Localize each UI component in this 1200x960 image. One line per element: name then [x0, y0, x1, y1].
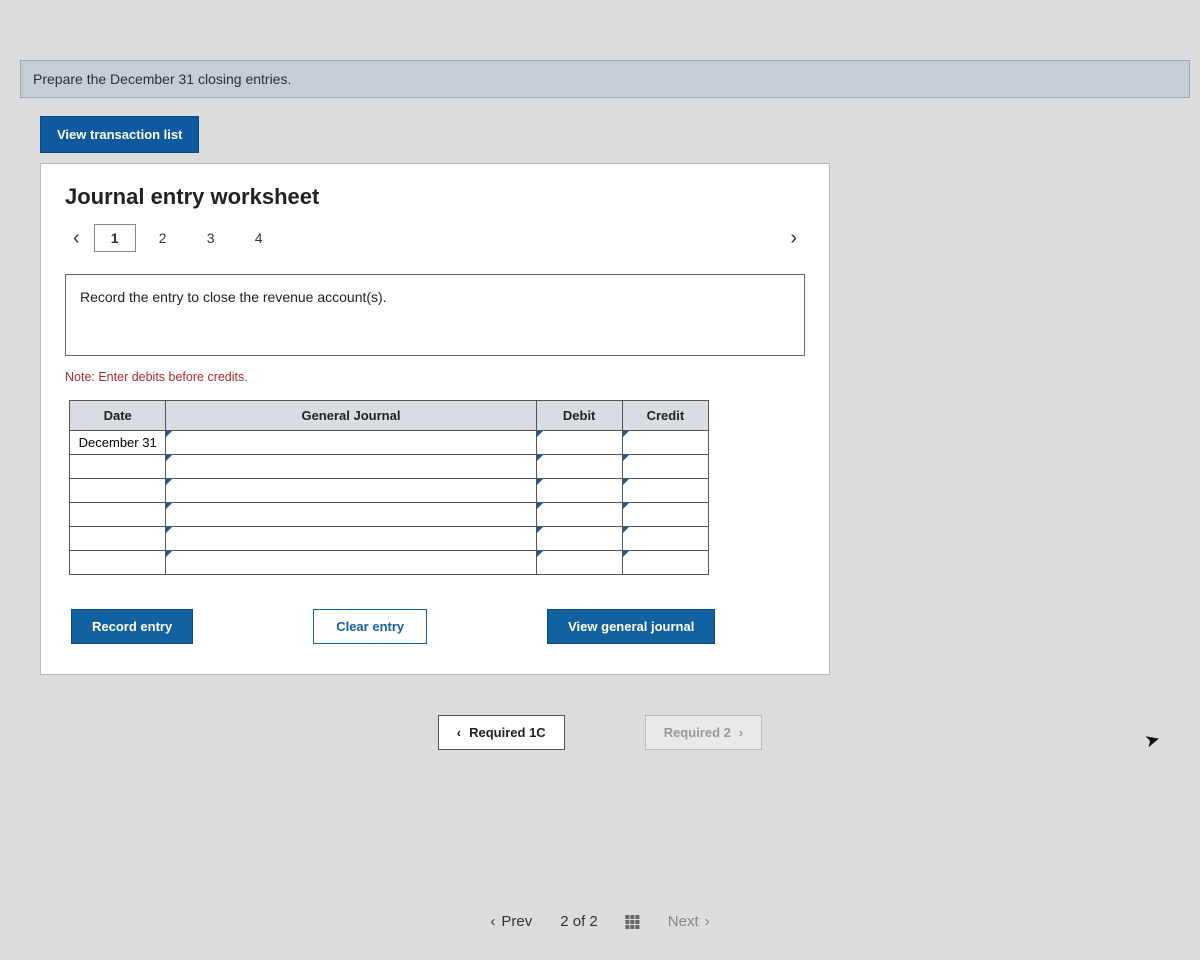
col-header-date: Date: [70, 401, 166, 431]
credit-cell[interactable]: [622, 527, 708, 551]
col-header-journal: General Journal: [166, 401, 536, 431]
view-general-journal-button[interactable]: View general journal: [547, 609, 715, 644]
journal-cell[interactable]: [166, 503, 536, 527]
date-cell[interactable]: [70, 503, 166, 527]
debit-cell[interactable]: [536, 479, 622, 503]
credit-cell[interactable]: [622, 503, 708, 527]
credit-cell[interactable]: [622, 455, 708, 479]
debit-cell[interactable]: [536, 455, 622, 479]
tab-2[interactable]: 2: [142, 224, 184, 252]
footer-prev-button[interactable]: ‹ Prev: [490, 913, 532, 930]
instruction-text: Prepare the December 31 closing entries.: [33, 71, 291, 87]
debit-cell[interactable]: [536, 551, 622, 575]
worksheet-tabs: ‹ 1 2 3 4 ›: [65, 224, 805, 252]
worksheet-panel: Journal entry worksheet ‹ 1 2 3 4 › Reco…: [40, 163, 830, 675]
chevron-right-icon: ›: [705, 913, 710, 930]
footer-next-button[interactable]: Next ›: [668, 913, 710, 930]
entry-description-text: Record the entry to close the revenue ac…: [80, 289, 387, 305]
chevron-right-icon: ›: [739, 725, 743, 740]
tab-3[interactable]: 3: [190, 224, 232, 252]
date-cell[interactable]: December 31: [70, 431, 166, 455]
journal-table: Date General Journal Debit Credit Decemb…: [69, 400, 709, 575]
journal-cell[interactable]: [166, 479, 536, 503]
credit-cell[interactable]: [622, 431, 708, 455]
tab-next-arrow[interactable]: ›: [782, 225, 805, 252]
journal-cell[interactable]: [166, 455, 536, 479]
journal-cell[interactable]: [166, 527, 536, 551]
worksheet-title: Journal entry worksheet: [65, 184, 805, 210]
pager-text: 2 of 2: [560, 913, 598, 930]
date-cell[interactable]: [70, 551, 166, 575]
credit-cell[interactable]: [622, 479, 708, 503]
footer-nav: ‹ Prev 2 of 2 Next ›: [490, 913, 709, 930]
note-text: Note: Enter debits before credits.: [65, 370, 805, 384]
record-entry-button[interactable]: Record entry: [71, 609, 193, 644]
table-row: [70, 479, 709, 503]
col-header-credit: Credit: [622, 401, 708, 431]
tab-1[interactable]: 1: [94, 224, 136, 252]
col-header-debit: Debit: [536, 401, 622, 431]
tab-prev-arrow[interactable]: ‹: [65, 225, 88, 252]
date-cell[interactable]: [70, 455, 166, 479]
action-row: Record entry Clear entry View general jo…: [71, 609, 805, 644]
table-row: [70, 503, 709, 527]
journal-cell[interactable]: [166, 551, 536, 575]
date-cell[interactable]: [70, 527, 166, 551]
view-transaction-label: View transaction list: [57, 127, 182, 142]
required-nav-row: ‹ Required 1C Required 2 ›: [0, 715, 1200, 750]
chevron-left-icon: ‹: [490, 913, 495, 930]
view-transaction-button[interactable]: View transaction list: [40, 116, 199, 153]
required-next-button[interactable]: Required 2 ›: [645, 715, 763, 750]
credit-cell[interactable]: [622, 551, 708, 575]
debit-cell[interactable]: [536, 527, 622, 551]
clear-entry-button[interactable]: Clear entry: [313, 609, 427, 644]
debit-cell[interactable]: [536, 431, 622, 455]
tab-4[interactable]: 4: [238, 224, 280, 252]
table-row: [70, 455, 709, 479]
journal-cell[interactable]: [166, 431, 536, 455]
instruction-bar: Prepare the December 31 closing entries.: [20, 60, 1190, 98]
table-row: December 31: [70, 431, 709, 455]
date-cell[interactable]: [70, 479, 166, 503]
debit-cell[interactable]: [536, 503, 622, 527]
table-row: [70, 527, 709, 551]
chevron-left-icon: ‹: [457, 725, 461, 740]
table-row: [70, 551, 709, 575]
required-prev-button[interactable]: ‹ Required 1C: [438, 715, 565, 750]
entry-description-box: Record the entry to close the revenue ac…: [65, 274, 805, 356]
grid-icon[interactable]: [626, 915, 640, 929]
